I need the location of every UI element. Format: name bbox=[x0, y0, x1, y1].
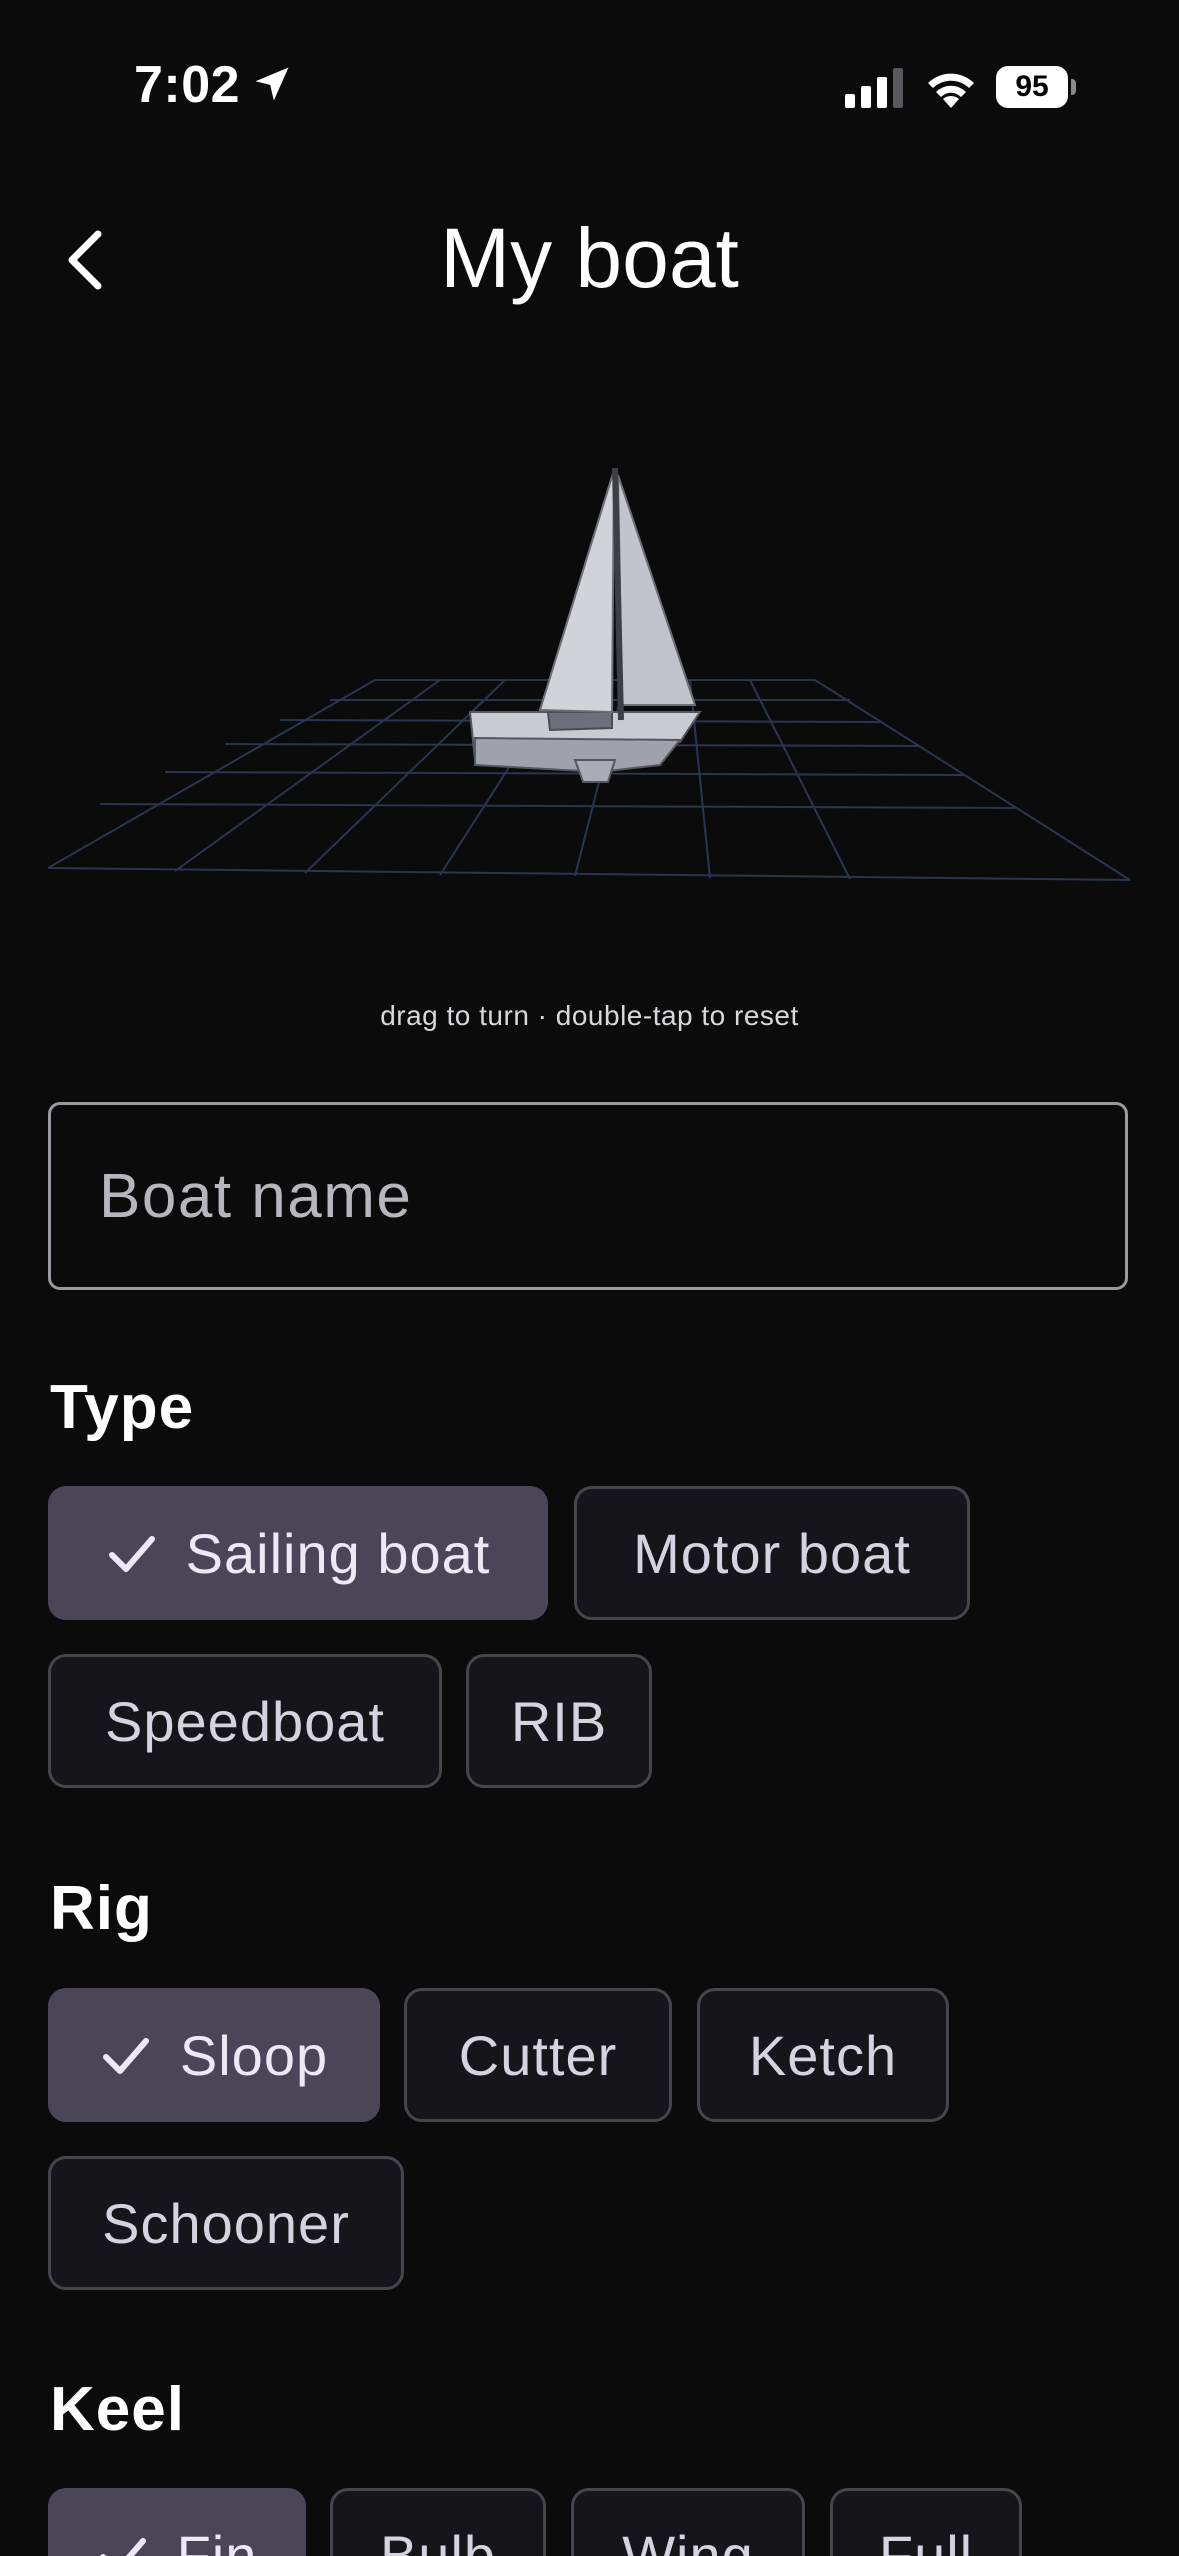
rig-chip-cutter[interactable]: Cutter bbox=[404, 1988, 672, 2122]
battery-level: 95 bbox=[996, 66, 1068, 108]
status-bar: 7:02 95 bbox=[0, 0, 1179, 150]
type-chip-sailing-boat[interactable]: Sailing boat bbox=[48, 1486, 548, 1620]
checkmark-icon bbox=[108, 1536, 155, 1572]
rig-section-title: Rig bbox=[50, 1874, 153, 1943]
chip-label: Wing bbox=[622, 2523, 754, 2556]
chip-label: RIB bbox=[510, 1689, 608, 1753]
checkmark-icon bbox=[102, 2038, 149, 2074]
keel-section-title: Keel bbox=[50, 2375, 185, 2444]
rig-chip-sloop[interactable]: Sloop bbox=[48, 1988, 380, 2122]
type-chip-speedboat[interactable]: Speedboat bbox=[48, 1654, 442, 1788]
keel-chip-fin[interactable]: Fin bbox=[48, 2488, 306, 2556]
location-arrow-icon bbox=[255, 67, 289, 101]
chip-label: Bulb bbox=[379, 2523, 497, 2556]
rig-chip-ketch[interactable]: Ketch bbox=[697, 1988, 949, 2122]
rig-chip-schooner[interactable]: Schooner bbox=[48, 2156, 404, 2290]
keel-chip-full[interactable]: Full bbox=[830, 2488, 1022, 2556]
type-chip-rib[interactable]: RIB bbox=[466, 1654, 652, 1788]
chip-label: Ketch bbox=[748, 2023, 898, 2087]
page-title: My boat bbox=[440, 211, 739, 305]
cellular-signal-icon bbox=[845, 68, 903, 108]
chip-label: Fin bbox=[176, 2523, 258, 2556]
chip-label: Sailing boat bbox=[185, 1521, 491, 1585]
type-chip-motor-boat[interactable]: Motor boat bbox=[574, 1486, 970, 1620]
keel-chip-bulb[interactable]: Bulb bbox=[330, 2488, 546, 2556]
chip-label: Full bbox=[878, 2523, 974, 2556]
sailboat-model bbox=[468, 467, 702, 783]
boat-3d-viewer[interactable] bbox=[0, 420, 1179, 920]
keel-chip-wing[interactable]: Wing bbox=[571, 2488, 805, 2556]
my-boat-screen: 7:02 95 My boat drag to turn · double-ta… bbox=[0, 0, 1179, 2556]
checkmark-icon bbox=[99, 2538, 146, 2556]
chip-label: Cutter bbox=[458, 2023, 618, 2087]
status-time: 7:02 bbox=[134, 56, 241, 114]
chip-label: Motor boat bbox=[633, 1521, 911, 1585]
chip-label: Speedboat bbox=[105, 1689, 385, 1753]
chip-label: Sloop bbox=[179, 2023, 329, 2087]
chip-label: Schooner bbox=[102, 2191, 350, 2255]
viewer-hint: drag to turn · double-tap to reset bbox=[380, 1000, 799, 1031]
battery-icon: 95 bbox=[996, 66, 1076, 108]
boat-name-input[interactable] bbox=[48, 1102, 1128, 1290]
wifi-icon bbox=[928, 73, 974, 108]
type-section-title: Type bbox=[50, 1373, 195, 1442]
battery-tip bbox=[1071, 79, 1076, 95]
